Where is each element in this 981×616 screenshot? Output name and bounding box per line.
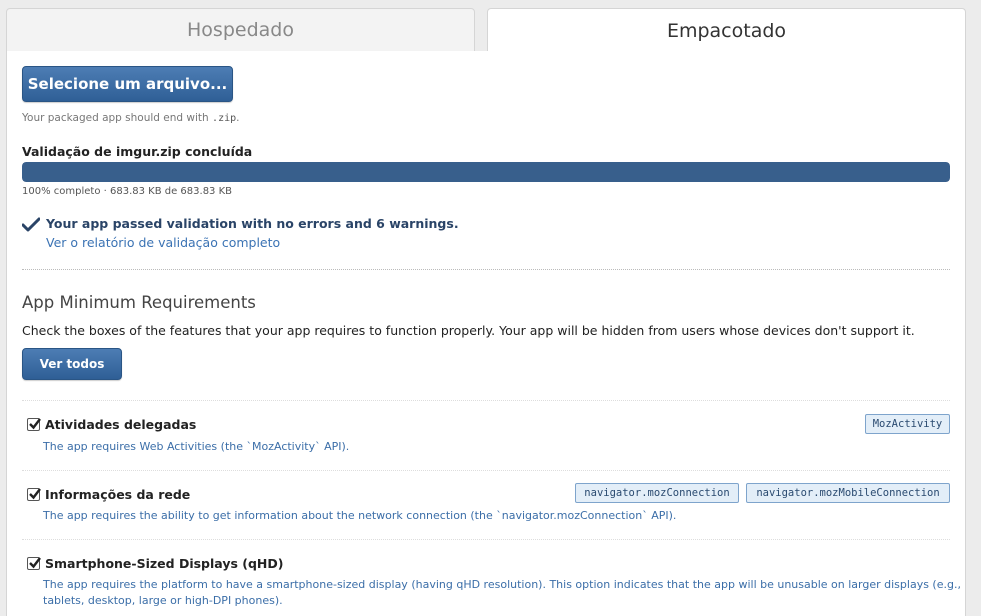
validation-report-link[interactable]: Ver o relatório de validação completo bbox=[46, 235, 280, 250]
show-all-label: Ver todos bbox=[39, 357, 105, 371]
tab-hosted[interactable]: Hospedado bbox=[6, 8, 475, 52]
feature-name: Informações da rede bbox=[45, 487, 191, 502]
requirements-title: App Minimum Requirements bbox=[22, 293, 256, 312]
zip-extension: .zip bbox=[212, 113, 237, 124]
tab-packaged[interactable]: Empacotado bbox=[487, 8, 966, 53]
feature-separator bbox=[22, 400, 950, 401]
validation-title: Validação de imgur.zip concluída bbox=[22, 144, 253, 159]
feature-checkbox-activities[interactable] bbox=[27, 418, 41, 431]
upload-progress-fill bbox=[22, 162, 950, 182]
upload-progress-bar bbox=[22, 162, 950, 182]
api-tag: navigator.mozMobileConnection bbox=[746, 483, 950, 503]
feature-name: Atividades delegadas bbox=[45, 417, 197, 432]
feature-separator bbox=[22, 539, 950, 540]
select-file-button[interactable]: Selecione um arquivo... bbox=[22, 66, 233, 102]
requirements-description: Check the boxes of the features that you… bbox=[22, 323, 915, 338]
validation-result: Your app passed validation with no error… bbox=[46, 216, 459, 231]
checkbox-check-icon bbox=[29, 418, 41, 430]
api-tag: MozActivity bbox=[865, 414, 950, 434]
feature-checkbox-network[interactable] bbox=[27, 488, 41, 501]
tab-hosted-label: Hospedado bbox=[187, 19, 294, 41]
feature-separator bbox=[22, 470, 950, 471]
tab-packaged-label: Empacotado bbox=[666, 20, 787, 42]
feature-description: The app requires Web Activities (the `Mo… bbox=[43, 440, 350, 453]
api-tag: navigator.mozConnection bbox=[575, 483, 739, 503]
checkbox-check-icon bbox=[29, 557, 41, 569]
feature-checkbox-qhd[interactable] bbox=[27, 557, 41, 570]
feature-description: The app requires the ability to get info… bbox=[43, 509, 677, 522]
show-all-button[interactable]: Ver todos bbox=[22, 348, 122, 380]
select-file-label: Selecione um arquivo... bbox=[27, 75, 228, 93]
upload-hint: Your packaged app should end with .zip. bbox=[22, 112, 240, 124]
progress-text: 100% completo · 683.83 KB de 683.83 KB bbox=[22, 186, 233, 197]
checkmark-icon bbox=[22, 217, 40, 232]
divider bbox=[22, 269, 950, 270]
feature-name: Smartphone-Sized Displays (qHD) bbox=[45, 556, 284, 571]
feature-description: The app requires the platform to have a … bbox=[43, 578, 961, 607]
checkbox-check-icon bbox=[29, 488, 41, 500]
